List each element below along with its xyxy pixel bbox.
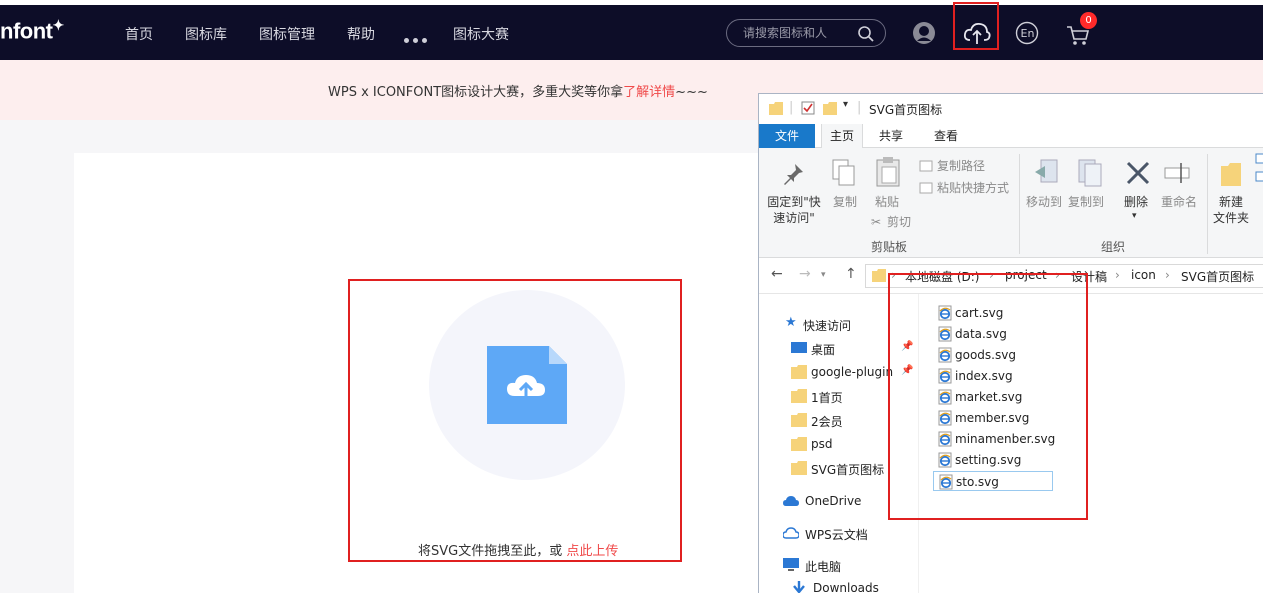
banner-suffix: ~~~ — [675, 85, 708, 100]
tab-home[interactable]: 主页 — [821, 124, 863, 148]
computer-icon — [783, 558, 799, 571]
paste-shortcut-button[interactable]: 粘贴快捷方式 — [937, 180, 1009, 196]
forward-arrow-icon[interactable]: → — [799, 266, 811, 282]
banner-message: WPS x ICONFONT图标设计大赛，多重大奖等你拿 — [328, 85, 624, 100]
back-arrow-icon[interactable]: ← — [771, 266, 783, 282]
new-folder-button[interactable]: 新建 文件夹 — [1211, 194, 1251, 226]
recent-dropdown-icon[interactable]: ▾ — [821, 270, 826, 280]
new-folder-icon — [1221, 163, 1241, 186]
explorer-title: SVG首页图标 — [869, 103, 943, 117]
top-nav: nfont✦ 首页 图标库 图标管理 帮助 图标大赛 En — [0, 5, 1263, 60]
clipboard-group-label: 剪贴板 — [871, 240, 908, 254]
pin-icon — [784, 164, 803, 185]
rename-button[interactable]: 重命名 — [1159, 194, 1199, 210]
copy-to-button[interactable]: 复制到 — [1067, 194, 1105, 210]
tab-file[interactable]: 文件 — [759, 124, 815, 148]
organize-group-label: 组织 — [1101, 240, 1126, 254]
scissors-icon: ✂ — [871, 215, 882, 229]
nav-label: psd — [811, 437, 833, 451]
move-to-button[interactable]: 移动到 — [1025, 194, 1063, 210]
nav-item-contest[interactable]: 图标大赛 — [453, 24, 509, 44]
search-icon[interactable] — [857, 25, 875, 43]
new-folder-quick-icon[interactable] — [823, 102, 837, 115]
nav-item-home[interactable]: 首页 — [125, 24, 153, 44]
download-icon — [793, 581, 805, 593]
nav-item-help[interactable]: 帮助 — [347, 24, 375, 44]
copy-path-button[interactable]: 复制路径 — [937, 158, 985, 174]
pin-quick-access-button[interactable]: 固定到"快 速访问" — [765, 194, 823, 226]
cloud-icon — [783, 496, 799, 506]
search-box — [726, 19, 886, 47]
move-to-icon — [1035, 159, 1058, 183]
nav-label: 此电脑 — [805, 560, 842, 574]
ribbon-separator — [1207, 154, 1208, 254]
desktop-icon — [791, 342, 807, 353]
delete-icon — [1126, 161, 1150, 185]
ribbon-home: 固定到"快 速访问" 复制 粘贴 复制路径 粘贴快捷方式 ✂ 剪切 剪贴板 移动… — [759, 148, 1263, 258]
rename-icon — [1164, 163, 1190, 183]
folder-icon — [791, 413, 807, 427]
cloud-outline-icon — [783, 527, 799, 539]
banner-text: WPS x ICONFONT图标设计大赛，多重大奖等你拿了解详情~~~ — [328, 81, 708, 100]
search-input[interactable] — [743, 26, 853, 40]
folder-icon — [872, 269, 886, 282]
pin-label-1: 固定到"快 — [767, 195, 821, 209]
new-item-icon[interactable] — [1255, 152, 1263, 192]
tab-share[interactable]: 共享 — [871, 124, 911, 148]
properties-icon[interactable] — [801, 101, 815, 115]
folder-icon — [791, 389, 807, 403]
nav-label: google-plugin — [811, 365, 894, 379]
logo[interactable]: nfont✦ — [0, 17, 64, 44]
upload-button-highlight — [953, 2, 999, 50]
paste-shortcut-icon — [919, 182, 933, 194]
drop-zone-highlight — [348, 279, 682, 562]
breadcrumb-icon[interactable]: icon — [1131, 268, 1156, 282]
breadcrumb-separator: › — [1165, 268, 1170, 282]
paste-button[interactable]: 粘贴 — [873, 194, 901, 210]
copy-path-icon — [919, 160, 933, 172]
nav-label: Downloads — [813, 581, 879, 593]
more-dots-icon[interactable] — [404, 32, 434, 43]
customize-toolbar-icon[interactable]: ▾ — [843, 99, 848, 110]
up-arrow-icon[interactable]: ↑ — [845, 266, 857, 282]
star-icon: ★ — [785, 315, 797, 330]
explorer-title-bar: | ▾ | SVG首页图标 — [759, 94, 1263, 124]
files-highlight — [888, 273, 1088, 520]
delete-dropdown-icon[interactable]: ▾ — [1132, 208, 1137, 224]
copy-to-icon — [1078, 159, 1102, 187]
language-en-icon[interactable]: En — [1015, 21, 1039, 45]
new-folder-label-1: 新建 — [1218, 195, 1243, 209]
ribbon-separator — [1019, 154, 1020, 254]
copy-button[interactable]: 复制 — [831, 194, 859, 210]
nav-label: WPS云文档 — [805, 528, 868, 542]
nav-label: OneDrive — [805, 494, 862, 508]
folder-icon — [769, 102, 783, 115]
folder-icon — [791, 461, 807, 475]
nav-label: 1首页 — [811, 391, 843, 405]
copy-icon — [832, 159, 855, 186]
nav-label: 快速访问 — [803, 319, 852, 333]
nav-label: 桌面 — [811, 343, 836, 357]
avatar-icon[interactable] — [912, 21, 936, 45]
banner-details-link[interactable]: 了解详情 — [623, 85, 675, 100]
nav-item-icon-management[interactable]: 图标管理 — [259, 24, 315, 44]
tab-view[interactable]: 查看 — [925, 124, 967, 148]
svg-text:En: En — [1021, 27, 1035, 40]
breadcrumb-current[interactable]: SVG首页图标 — [1181, 268, 1254, 285]
folder-icon — [791, 365, 807, 379]
breadcrumb-separator: › — [1115, 268, 1120, 282]
cut-button[interactable]: 剪切 — [887, 214, 911, 230]
paste-icon — [876, 157, 900, 187]
nav-label: 2会员 — [811, 415, 843, 429]
pin-label-2: 速访问" — [773, 211, 815, 225]
cart-badge: 0 — [1080, 12, 1097, 29]
ribbon-tabs: 文件 主页 共享 查看 — [759, 124, 1263, 148]
new-folder-label-2: 文件夹 — [1212, 211, 1249, 225]
nav-label: SVG首页图标 — [811, 463, 885, 477]
nav-item-icon-library[interactable]: 图标库 — [185, 24, 227, 44]
folder-icon — [791, 437, 807, 451]
